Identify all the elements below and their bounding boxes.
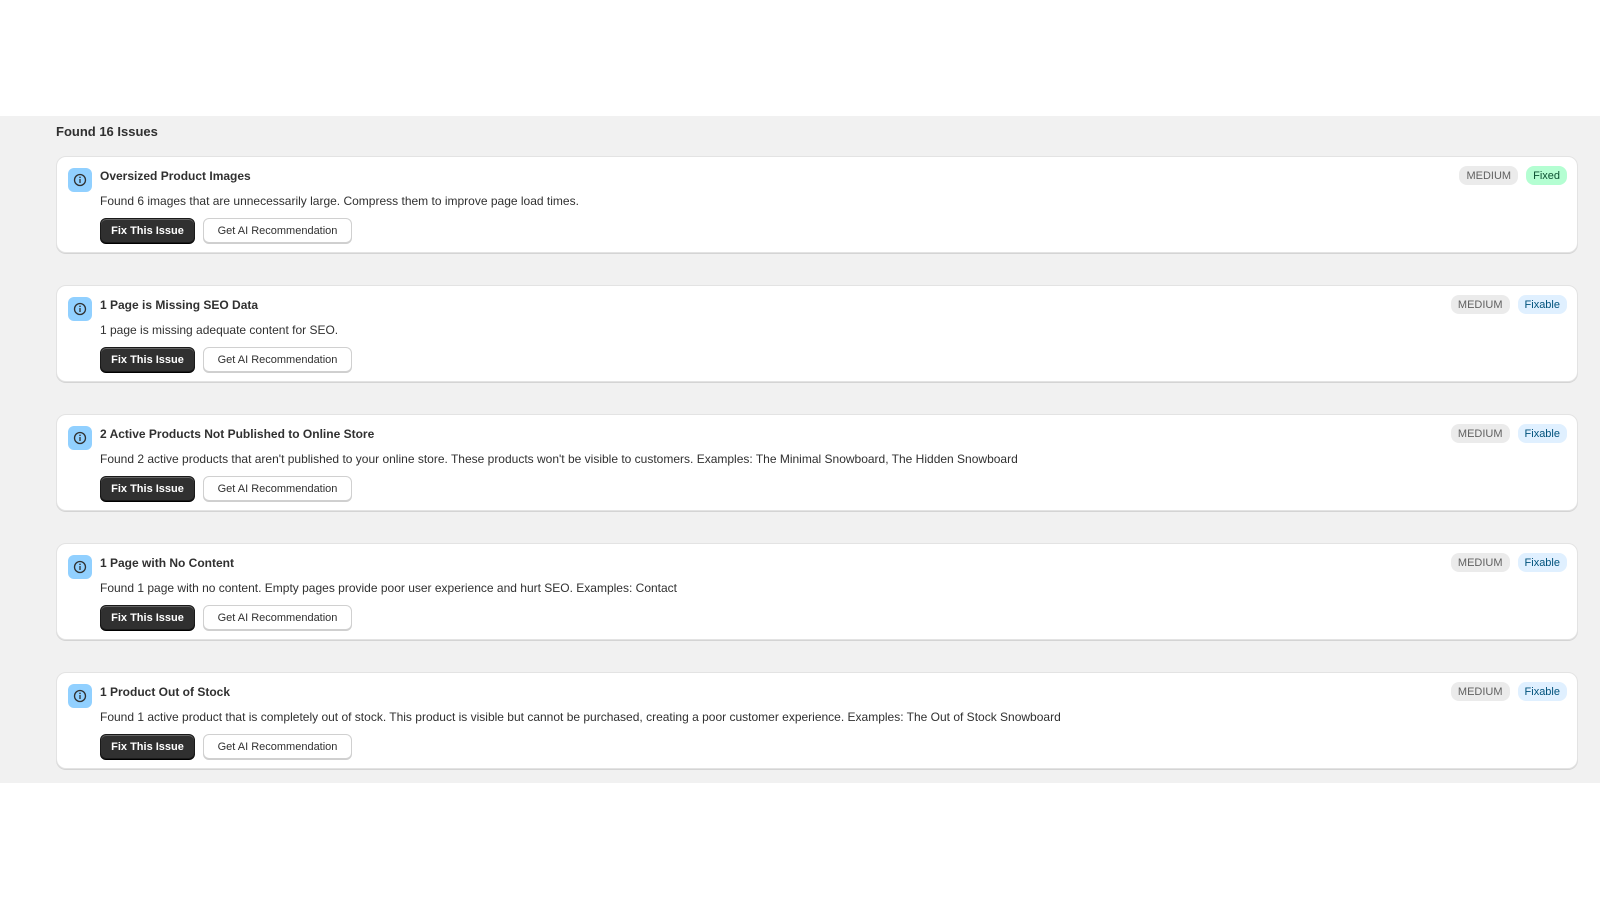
- issue-badges: MEDIUM Fixable: [1450, 295, 1567, 314]
- info-icon: [68, 555, 92, 579]
- status-badge: Fixable: [1517, 424, 1567, 443]
- issue-card: Oversized Product Images Found 6 images …: [56, 156, 1578, 253]
- severity-badge: MEDIUM: [1459, 166, 1519, 185]
- issue-title: 1 Product Out of Stock: [100, 685, 231, 699]
- issue-card: 1 Product Out of Stock Found 1 active pr…: [56, 672, 1578, 769]
- issue-description: Found 6 images that are unnecessarily la…: [100, 194, 579, 208]
- info-icon: [68, 168, 92, 192]
- status-badge: Fixable: [1517, 682, 1567, 701]
- issue-badges: MEDIUM Fixed: [1459, 166, 1567, 185]
- severity-badge: MEDIUM: [1450, 682, 1510, 701]
- issue-badges: MEDIUM Fixable: [1450, 682, 1567, 701]
- ai-recommendation-button[interactable]: Get AI Recommendation: [203, 734, 352, 759]
- issue-title: 1 Page is Missing SEO Data: [100, 298, 259, 312]
- severity-badge: MEDIUM: [1450, 553, 1510, 572]
- ai-recommendation-button[interactable]: Get AI Recommendation: [203, 605, 352, 630]
- issues-count-heading: Found 16 Issues: [56, 124, 158, 139]
- severity-badge: MEDIUM: [1450, 424, 1510, 443]
- fix-issue-button[interactable]: Fix This Issue: [100, 734, 195, 759]
- issue-description: 1 page is missing adequate content for S…: [100, 323, 339, 337]
- issue-card: 2 Active Products Not Published to Onlin…: [56, 414, 1578, 511]
- fix-issue-button[interactable]: Fix This Issue: [100, 605, 195, 630]
- issue-description: Found 1 page with no content. Empty page…: [100, 581, 678, 595]
- status-badge: Fixable: [1517, 295, 1567, 314]
- issue-description: Found 2 active products that aren't publ…: [100, 452, 1018, 466]
- ai-recommendation-button[interactable]: Get AI Recommendation: [203, 476, 352, 501]
- issue-badges: MEDIUM Fixable: [1450, 424, 1567, 443]
- issue-card: 1 Page with No Content Found 1 page with…: [56, 543, 1578, 640]
- issue-description: Found 1 active product that is completel…: [100, 710, 1061, 724]
- ai-recommendation-button[interactable]: Get AI Recommendation: [203, 347, 352, 372]
- info-icon: [68, 684, 92, 708]
- fix-issue-button[interactable]: Fix This Issue: [100, 347, 195, 372]
- ai-recommendation-button[interactable]: Get AI Recommendation: [203, 218, 352, 243]
- issue-title: Oversized Product Images: [100, 169, 251, 183]
- issue-card: 1 Page is Missing SEO Data 1 page is mis…: [56, 285, 1578, 382]
- issue-badges: MEDIUM Fixable: [1450, 553, 1567, 572]
- status-badge: Fixable: [1517, 553, 1567, 572]
- info-icon: [68, 297, 92, 321]
- issue-title: 1 Page with No Content: [100, 556, 235, 570]
- severity-badge: MEDIUM: [1450, 295, 1510, 314]
- info-icon: [68, 426, 92, 450]
- fix-issue-button[interactable]: Fix This Issue: [100, 476, 195, 501]
- issue-title: 2 Active Products Not Published to Onlin…: [100, 427, 375, 441]
- fix-issue-button[interactable]: Fix This Issue: [100, 218, 195, 243]
- status-badge: Fixed: [1526, 166, 1567, 185]
